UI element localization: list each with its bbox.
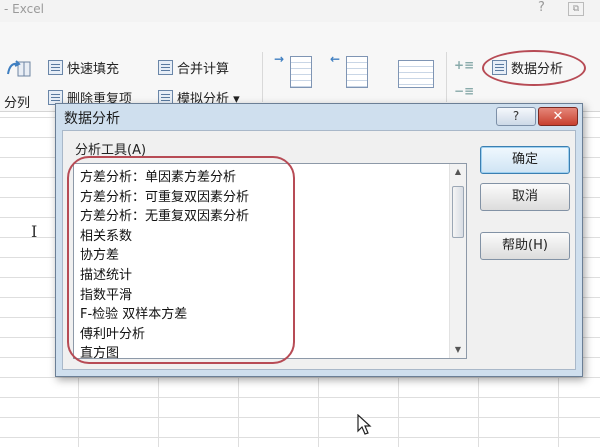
ungroup-outline-icon[interactable] (346, 56, 368, 88)
scroll-up-icon[interactable]: ▲ (450, 164, 466, 180)
flash-fill-button[interactable]: 快速填充 (48, 58, 119, 77)
scroll-down-icon[interactable]: ▼ (450, 342, 466, 358)
ok-button[interactable]: 确定 (480, 146, 570, 174)
flash-fill-icon (48, 60, 63, 75)
ribbon-separator (262, 52, 263, 102)
text-to-columns-label[interactable]: 分列 (4, 92, 30, 111)
dialog-help-icon[interactable]: ? (496, 107, 536, 126)
window-title: - Excel (4, 2, 44, 16)
dialog-title: 数据分析 (64, 111, 120, 127)
restore-icon[interactable]: ⧉ (568, 2, 584, 16)
ungroup-arrow-icon: ← (330, 52, 341, 66)
mouse-pointer-icon (357, 414, 372, 435)
consolidate-icon (158, 60, 173, 75)
help-icon[interactable]: ? (538, 0, 545, 15)
text-to-columns-icon[interactable] (6, 56, 32, 82)
scroll-thumb[interactable] (452, 186, 464, 238)
group-outline-icon[interactable] (290, 56, 312, 88)
ribbon: 快速填充 删除重复项 合并计算 模拟分析 ▾ → ← +≡ −≡ 数据分析 分列 (0, 22, 600, 112)
subtotal-icon[interactable] (398, 60, 434, 88)
consolidate-label: 合并计算 (177, 62, 230, 77)
listbox-scrollbar[interactable]: ▲ ▼ (449, 164, 466, 358)
hide-detail-icon[interactable]: −≡ (454, 84, 474, 98)
cancel-button[interactable]: 取消 (480, 183, 570, 211)
group-arrow-icon: → (274, 52, 285, 66)
window-titlebar: - Excel ? ⧉ (0, 0, 600, 22)
text-cursor-icon: I (31, 222, 38, 241)
help-button[interactable]: 帮助(H) (480, 232, 570, 260)
annotation-outline (67, 156, 295, 364)
show-detail-icon[interactable]: +≡ (454, 58, 474, 72)
dialog-close-icon[interactable]: ✕ (538, 107, 578, 126)
flash-fill-label: 快速填充 (67, 62, 120, 77)
annotation-circle (482, 50, 586, 86)
ribbon-separator (446, 52, 447, 102)
consolidate-button[interactable]: 合并计算 (158, 58, 229, 77)
